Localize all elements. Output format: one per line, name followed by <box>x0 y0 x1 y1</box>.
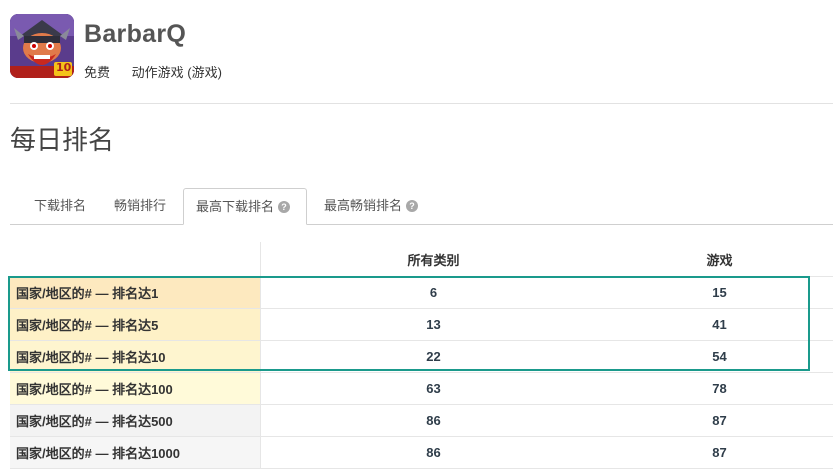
table-row: 国家/地区的# — 排名达1000 86 87 <box>10 436 833 469</box>
value-all-categories: 86 <box>260 436 606 469</box>
tab-label: 最高畅销排名 <box>324 198 403 213</box>
ranking-table: 所有类别 游戏 国家/地区的# — 排名达1 6 15 国家/地区的# — 排名… <box>10 242 833 469</box>
value-all-categories: 63 <box>260 372 606 405</box>
table-header-row: 所有类别 游戏 <box>10 242 833 277</box>
row-label: 国家/地区的# — 排名达10 <box>10 340 261 373</box>
app-icon-badge: 10 <box>56 61 72 74</box>
tab-label: 最高下载排名 <box>196 199 275 214</box>
value-games: 78 <box>606 372 833 405</box>
table-row: 国家/地区的# — 排名达10 22 54 <box>10 340 833 373</box>
tab-top-grossing[interactable]: 畅销排行 <box>102 188 178 224</box>
column-header-games: 游戏 <box>606 242 833 277</box>
row-label: 国家/地区的# — 排名达500 <box>10 404 261 437</box>
table-header-empty <box>10 242 261 277</box>
value-all-categories: 22 <box>260 340 606 373</box>
row-label: 国家/地区的# — 排名达1 <box>10 276 261 309</box>
app-category[interactable]: 动作游戏 (游戏) <box>132 65 222 80</box>
value-games: 15 <box>606 276 833 309</box>
value-games: 41 <box>606 308 833 341</box>
value-games: 54 <box>606 340 833 373</box>
row-label: 国家/地区的# — 排名达1000 <box>10 436 261 469</box>
value-all-categories: 13 <box>260 308 606 341</box>
value-all-categories: 6 <box>260 276 606 309</box>
table-row: 国家/地区的# — 排名达500 86 87 <box>10 404 833 437</box>
tab-highest-grossing[interactable]: 最高畅销排名? <box>312 188 430 224</box>
value-all-categories: 86 <box>260 404 606 437</box>
row-label: 国家/地区的# — 排名达100 <box>10 372 261 405</box>
help-icon[interactable]: ? <box>278 200 291 213</box>
app-header: 10 BarbarQ 免费 动作游戏 (游戏) <box>10 14 825 94</box>
table-row: 国家/地区的# — 排名达1 6 15 <box>10 276 833 309</box>
page-title: 每日排名 <box>10 125 115 155</box>
app-price: 免费 <box>84 65 111 80</box>
help-icon[interactable]: ? <box>406 199 419 212</box>
app-icon: 10 <box>10 14 74 78</box>
value-games: 87 <box>606 404 833 437</box>
table-row: 国家/地区的# — 排名达5 13 41 <box>10 308 833 341</box>
row-label: 国家/地区的# — 排名达5 <box>10 308 261 341</box>
tab-label: 畅销排行 <box>114 198 167 213</box>
app-meta: 免费 动作游戏 (游戏) <box>84 62 240 81</box>
tab-highest-downloads[interactable]: 最高下载排名? <box>183 188 307 225</box>
tab-label: 下载排名 <box>34 198 87 213</box>
table-row: 国家/地区的# — 排名达100 63 78 <box>10 372 833 405</box>
tab-downloads[interactable]: 下载排名 <box>22 188 98 224</box>
header-divider <box>10 103 833 104</box>
app-title: BarbarQ <box>84 20 187 48</box>
column-header-all-categories: 所有类别 <box>260 242 606 277</box>
ranking-tabs: 下载排名 畅销排行 最高下载排名? 最高畅销排名? <box>10 188 833 225</box>
value-games: 87 <box>606 436 833 469</box>
